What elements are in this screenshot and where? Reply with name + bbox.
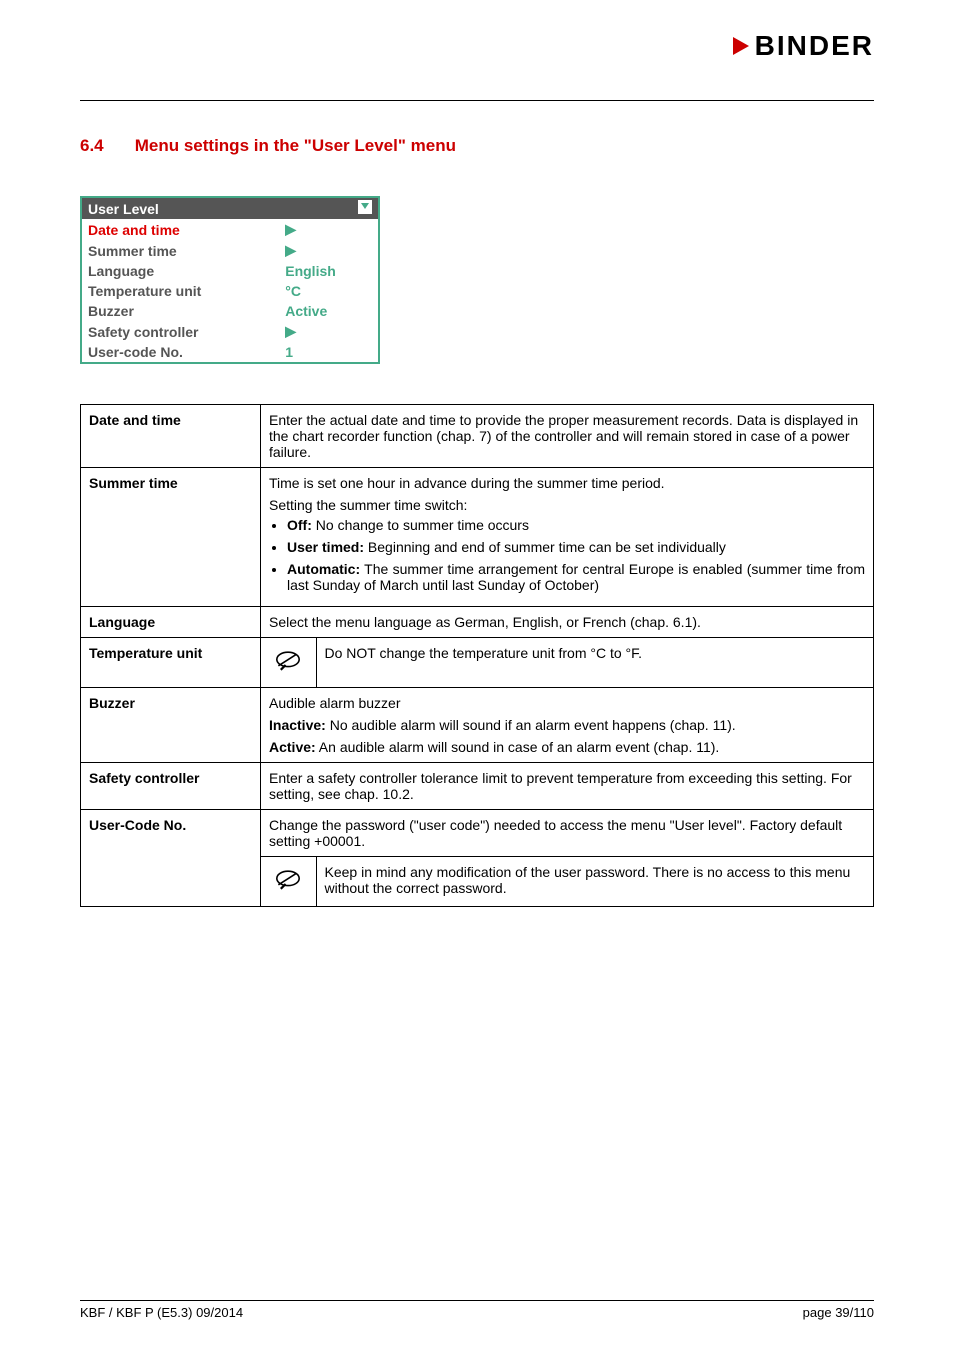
def-usercode-label: User-Code No. xyxy=(81,810,261,907)
def-usercode-note: Keep in mind any modification of the use… xyxy=(316,857,873,906)
section-title: Menu settings in the "User Level" menu xyxy=(135,136,456,155)
menu-row-label: Temperature unit xyxy=(81,281,279,301)
footer-right: page 39/110 xyxy=(803,1305,874,1320)
list-item: Off: No change to summer time occurs xyxy=(287,517,865,533)
def-buzzer-label: Buzzer xyxy=(81,688,261,763)
menu-down-icon xyxy=(279,197,379,219)
brand-logo: BINDER xyxy=(729,30,874,62)
menu-row-value: ▶ xyxy=(279,240,379,261)
menu-row-value: ▶ xyxy=(279,321,379,342)
menu-row-label: Language xyxy=(81,261,279,281)
menu-row-value: ▶ xyxy=(279,219,379,240)
def-buzzer-l1: Audible alarm buzzer xyxy=(269,695,865,711)
menu-row-label: Buzzer xyxy=(81,301,279,321)
page-footer: KBF / KBF P (E5.3) 09/2014 page 39/110 xyxy=(80,1294,874,1321)
footer-left: KBF / KBF P (E5.3) 09/2014 xyxy=(80,1305,243,1320)
def-summer-body: Time is set one hour in advance during t… xyxy=(261,468,874,607)
menu-row-label: Date and time xyxy=(81,219,279,240)
def-lang-label: Language xyxy=(81,607,261,638)
menu-row-label: User-code No. xyxy=(81,342,279,363)
brand-triangle-icon xyxy=(729,33,755,59)
caution-icon xyxy=(261,638,316,687)
menu-row-value: 1 xyxy=(279,342,379,363)
def-summer-intro1: Time is set one hour in advance during t… xyxy=(269,475,865,491)
def-buzzer-l2b: Inactive: xyxy=(269,717,326,733)
user-level-menu: User Level Date and time▶Summer time▶Lan… xyxy=(80,196,380,364)
def-buzzer-l2t: No audible alarm will sound if an alarm … xyxy=(326,717,736,733)
header-divider xyxy=(80,100,874,101)
section-number: 6.4 xyxy=(80,136,130,156)
def-usercode-text: Change the password ("user code") needed… xyxy=(261,810,874,857)
caution-icon xyxy=(261,857,316,906)
def-buzzer-body: Audible alarm buzzer Inactive: No audibl… xyxy=(261,688,874,763)
menu-row-label: Safety controller xyxy=(81,321,279,342)
menu-row-value: °C xyxy=(279,281,379,301)
def-date-text: Enter the actual date and time to provid… xyxy=(261,405,874,468)
def-safety-text: Enter a safety controller tolerance limi… xyxy=(261,763,874,810)
def-buzzer-l3t: An audible alarm will sound in case of a… xyxy=(316,739,720,755)
menu-row-value: Active xyxy=(279,301,379,321)
list-item: Automatic: The summer time arrangement f… xyxy=(287,561,865,593)
def-safety-label: Safety controller xyxy=(81,763,261,810)
def-buzzer-l3b: Active: xyxy=(269,739,316,755)
menu-row-value: English xyxy=(279,261,379,281)
def-temp-note: Do NOT change the temperature unit from … xyxy=(316,638,873,687)
def-date-label: Date and time xyxy=(81,405,261,468)
section-heading: 6.4 Menu settings in the "User Level" me… xyxy=(80,136,874,156)
def-temp-body: Do NOT change the temperature unit from … xyxy=(261,638,874,688)
def-temp-label: Temperature unit xyxy=(81,638,261,688)
list-item: User timed: Beginning and end of summer … xyxy=(287,539,865,555)
brand-name: BINDER xyxy=(755,30,874,62)
def-summer-intro2: Setting the summer time switch: xyxy=(269,497,865,513)
def-summer-label: Summer time xyxy=(81,468,261,607)
def-usercode-note-row: Keep in mind any modification of the use… xyxy=(261,857,874,907)
def-lang-text: Select the menu language as German, Engl… xyxy=(261,607,874,638)
def-summer-list: Off: No change to summer time occurs User… xyxy=(269,517,865,593)
menu-row-label: Summer time xyxy=(81,240,279,261)
menu-title: User Level xyxy=(81,197,279,219)
definitions-table: Date and time Enter the actual date and … xyxy=(80,404,874,907)
